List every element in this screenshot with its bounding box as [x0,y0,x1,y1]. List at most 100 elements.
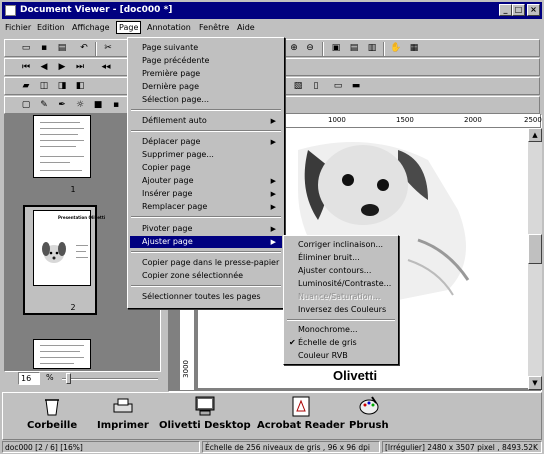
cut-icon[interactable]: ✂ [101,42,115,55]
window-icon[interactable]: ▭ [331,80,345,93]
menu-fichier[interactable]: Fichier [5,23,31,32]
scrollbar-thumb[interactable] [528,234,542,264]
scan-icon[interactable]: ▰ [19,80,33,93]
status-bar: doc000 [2 / 6] [16%] Échelle de 256 nive… [2,441,542,454]
zoom-input[interactable]: 16 [18,372,40,385]
last-page-icon[interactable]: ⏭ [73,61,87,74]
page-icon[interactable]: ▪ [109,99,123,112]
menu-item-remplacer-page[interactable]: Remplacer page ▶ [130,201,282,213]
undo-icon[interactable]: ↶ [77,42,91,55]
thumbnail-page-2-heading: Presentation Olivetti [58,215,106,220]
menu-item-copier-presse-papier[interactable]: Copier page dans le presse-papier [130,257,282,269]
menu-item-page-suivante[interactable]: Page suivante [130,42,282,54]
menu-item-selection-page[interactable]: Sélection page... [130,94,282,106]
menu-item-selectionner-toutes[interactable]: Sélectionner toutes les pages [130,291,282,303]
menu-item-defilement-auto[interactable]: Défilement auto ▶ [130,115,282,127]
menu-item-pivoter-page[interactable]: Pivoter page ▶ [130,223,282,235]
page-properties-icon[interactable]: ▧ [291,80,305,93]
previous-page-icon[interactable]: ◀ [37,61,51,74]
acrobat-icon [290,395,312,417]
menu-item-inversez-couleurs[interactable]: Inversez des Couleurs [286,304,396,316]
vertical-scrollbar[interactable]: ▲ ▼ [528,128,542,390]
menu-item-derniere-page[interactable]: Dernière page [130,81,282,93]
scroll-up-button[interactable]: ▲ [528,128,542,142]
ajuster-page-submenu: Corriger inclinaison... Éliminer bruit..… [283,235,399,365]
menu-affichage[interactable]: Affichage [72,23,110,32]
menu-item-corriger-inclinaison[interactable]: Corriger inclinaison... [286,239,396,251]
next-page-icon[interactable]: ▶ [55,61,69,74]
status-color-info: Échelle de 256 niveaux de gris , 96 x 96… [202,441,380,453]
ruler-tick: 3000 [182,360,190,378]
open-folder-icon[interactable]: ▭ [19,42,33,55]
minimize-button[interactable]: _ [499,4,512,16]
edit-icon[interactable]: ✎ [37,99,51,112]
menu-item-ajuster-page[interactable]: Ajuster page ▶ [130,236,282,248]
copy-icon[interactable]: ◫ [37,80,51,93]
pen-icon[interactable]: ✒ [55,99,69,112]
scroll-down-button[interactable]: ▼ [528,376,542,390]
app-icon[interactable] [5,5,16,16]
close-button[interactable]: × [527,4,540,16]
fit-page-icon[interactable]: ▣ [329,42,343,55]
submenu-arrow-icon: ▶ [270,138,276,146]
status-document: doc000 [2 / 6] [16%] [2,441,200,453]
menu-item-copier-page[interactable]: Copier page [130,162,282,174]
printer-icon [112,395,134,417]
insert-icon[interactable]: ◧ [73,80,87,93]
dog-thumbnail-image [36,239,72,269]
save-icon[interactable]: ▪ [37,42,51,55]
menu-item-echelle-de-gris[interactable]: ✔ Échelle de gris [286,337,396,349]
menu-item-ajouter-page[interactable]: Ajouter page ▶ [130,175,282,187]
title-bar[interactable]: Document Viewer - [doc000 *] _ □ × [2,2,542,19]
auto-scroll-icon[interactable]: ◂◂ [99,61,113,74]
thumbnail-view-icon[interactable]: ▦ [407,42,421,55]
ruler-tick: 2000 [464,116,482,124]
launch-corbeille[interactable]: Corbeille [27,395,77,431]
menu-item-copier-zone[interactable]: Copier zone sélectionnée [130,270,282,282]
menu-item-luminosite-contraste[interactable]: Luminosité/Contraste... [286,278,396,290]
submenu-arrow-icon: ▶ [270,238,276,246]
menu-annotation[interactable]: Annotation [147,23,191,32]
menu-fenetre[interactable]: Fenêtre [199,23,229,32]
menu-item-monochrome[interactable]: Monochrome... [286,324,396,336]
menu-item-ajuster-contours[interactable]: Ajuster contours... [286,265,396,277]
zoom-slider-track[interactable] [62,378,158,380]
single-page-icon[interactable]: ▯ [309,80,323,93]
fit-width-icon[interactable]: ▤ [347,42,361,55]
paintbrush-icon [358,395,380,417]
zoom-in-icon[interactable]: ⊕ [287,42,301,55]
print-icon[interactable]: ▤ [55,42,69,55]
submenu-arrow-icon: ▶ [270,117,276,125]
menu-item-eliminer-bruit[interactable]: Éliminer bruit... [286,252,396,264]
ruler-tick: 1500 [396,116,414,124]
menu-edition[interactable]: Edition [37,23,65,32]
launch-acrobat-reader[interactable]: Acrobat Reader [257,395,345,431]
menu-page[interactable]: Page [116,21,142,34]
menu-item-couleur-rvb[interactable]: Couleur RVB [286,350,396,362]
thumbnail-page-1[interactable] [33,115,91,178]
menu-item-inserer-page[interactable]: Insérer page ▶ [130,188,282,200]
fill-icon[interactable]: ■ [91,99,105,112]
menu-item-premiere-page[interactable]: Première page [130,68,282,80]
launch-bar: Corbeille Imprimer Olivetti Desktop Acro… [2,392,542,440]
brightness-icon[interactable]: ☼ [73,99,87,112]
menu-aide[interactable]: Aide [237,23,255,32]
menu-item-page-precedente[interactable]: Page précédente [130,55,282,67]
new-page-icon[interactable]: ▢ [19,99,33,112]
maximize-button[interactable]: □ [512,4,525,16]
menu-item-supprimer-page[interactable]: Supprimer page... [130,149,282,161]
thumbnail-page-3[interactable] [33,339,91,369]
hand-pan-icon[interactable]: ✋ [389,42,403,55]
ruler-tick: 2500 [524,116,542,124]
minimize-doc-icon[interactable]: ▬ [349,80,363,93]
paste-icon[interactable]: ◨ [55,80,69,93]
zoom-slider-thumb[interactable] [66,373,71,384]
launch-olivetti-desktop[interactable]: Olivetti Desktop [159,395,251,431]
launch-imprimer[interactable]: Imprimer [97,395,149,431]
first-page-icon[interactable]: ⏮ [19,61,33,74]
zoom-out-icon[interactable]: ⊖ [303,42,317,55]
launch-pbrush[interactable]: Pbrush [349,395,389,431]
menu-item-deplacer-page[interactable]: Déplacer page ▶ [130,136,282,148]
fit-height-icon[interactable]: ▥ [365,42,379,55]
thumbnail-page-2[interactable]: Presentation Olivetti [33,210,105,286]
